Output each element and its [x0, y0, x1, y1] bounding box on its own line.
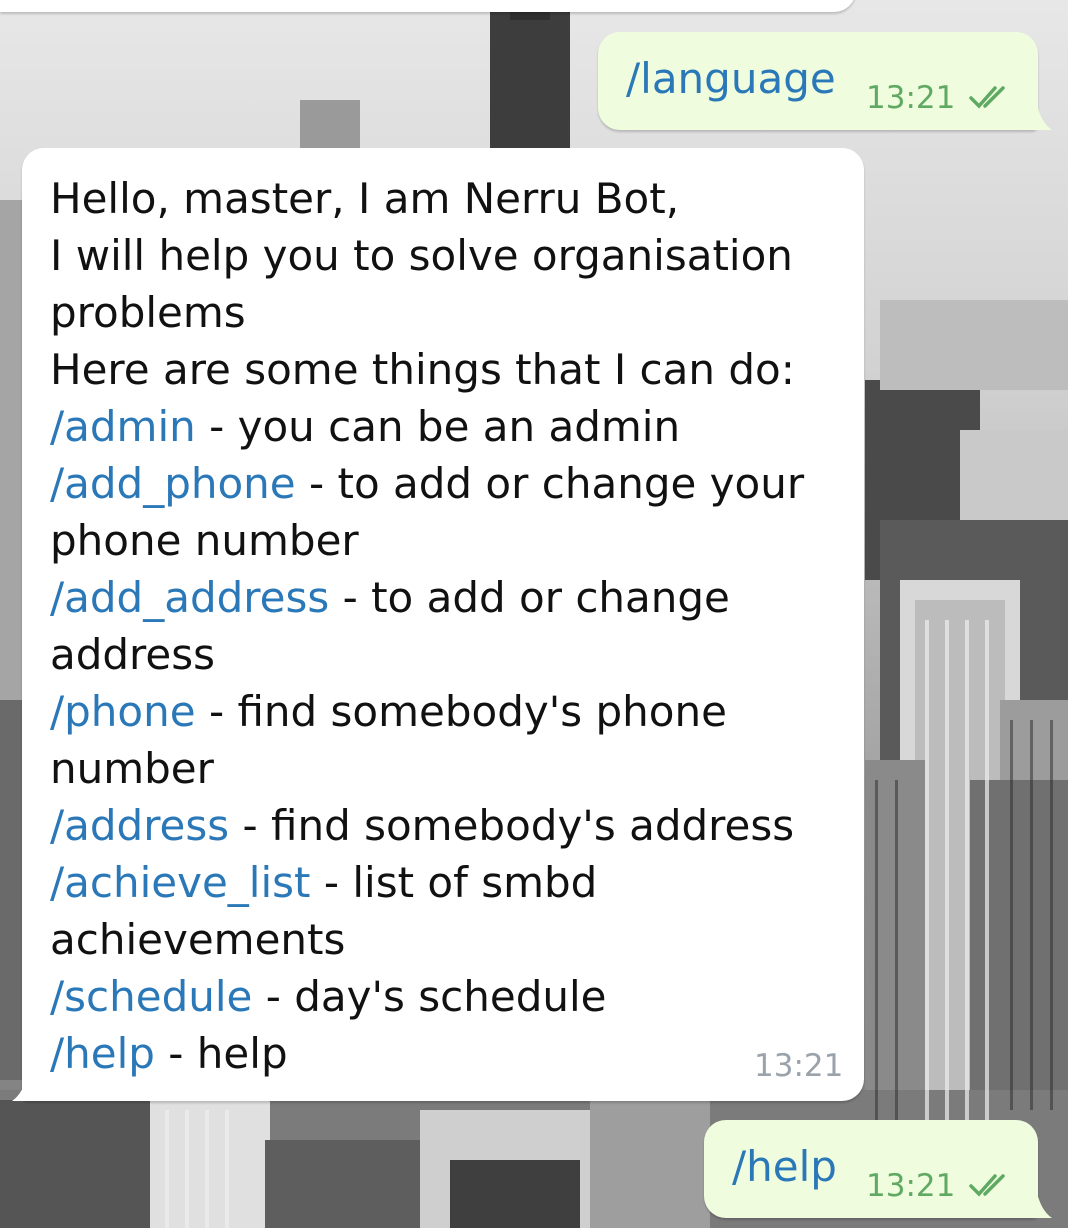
command-link-add-phone[interactable]: /add_phone — [50, 459, 296, 508]
message-line: I will help you to solve organisation — [50, 231, 793, 280]
command-link-address[interactable]: /address — [50, 801, 229, 850]
command-link-admin[interactable]: /admin — [50, 402, 196, 451]
outgoing-message-help[interactable]: /help 13:21 — [704, 1120, 1038, 1218]
previous-message-bubble — [0, 0, 856, 12]
command-link-help[interactable]: /help — [50, 1029, 155, 1078]
message-line: number — [50, 744, 214, 793]
message-line: /help - help — [50, 1029, 288, 1078]
incoming-message-bot-help[interactable]: Hello, master, I am Nerru Bot, I will he… — [22, 148, 864, 1101]
message-text: /language — [626, 54, 836, 103]
message-line: /schedule - day's schedule — [50, 972, 607, 1021]
message-line: Hello, master, I am Nerru Bot, — [50, 174, 680, 223]
command-link-achieve-list[interactable]: /achieve_list — [50, 858, 311, 907]
message-line: phone number — [50, 516, 359, 565]
message-line: /address - find somebody's address — [50, 801, 795, 850]
message-line: achievements — [50, 915, 346, 964]
message-line: /achieve_list - list of smbd — [50, 858, 598, 907]
bubble-tail — [1030, 1188, 1052, 1218]
message-line: /admin - you can be an admin — [50, 402, 681, 451]
double-check-icon — [969, 1174, 1005, 1197]
bubble-tail — [12, 1071, 34, 1101]
message-line: address — [50, 630, 216, 679]
command-link-phone[interactable]: /phone — [50, 687, 196, 736]
command-link-add-address[interactable]: /add_address — [50, 573, 329, 622]
message-line: /phone - find somebody's phone — [50, 687, 727, 736]
message-line: problems — [50, 288, 246, 337]
command-link-schedule[interactable]: /schedule — [50, 972, 252, 1021]
message-time: 13:21 — [866, 1168, 956, 1204]
message-line: /add_phone - to add or change your — [50, 459, 805, 508]
message-text: /help — [732, 1142, 837, 1191]
message-body: Hello, master, I am Nerru Bot, I will he… — [50, 170, 850, 1082]
message-line: /add_address - to add or change — [50, 573, 730, 622]
message-time: 13:21 — [866, 80, 956, 116]
bubble-tail — [1030, 100, 1052, 130]
double-check-icon — [969, 86, 1005, 109]
message-time: 13:21 — [754, 1048, 844, 1084]
outgoing-message-language[interactable]: /language 13:21 — [598, 32, 1038, 130]
message-line: Here are some things that I can do: — [50, 345, 795, 394]
